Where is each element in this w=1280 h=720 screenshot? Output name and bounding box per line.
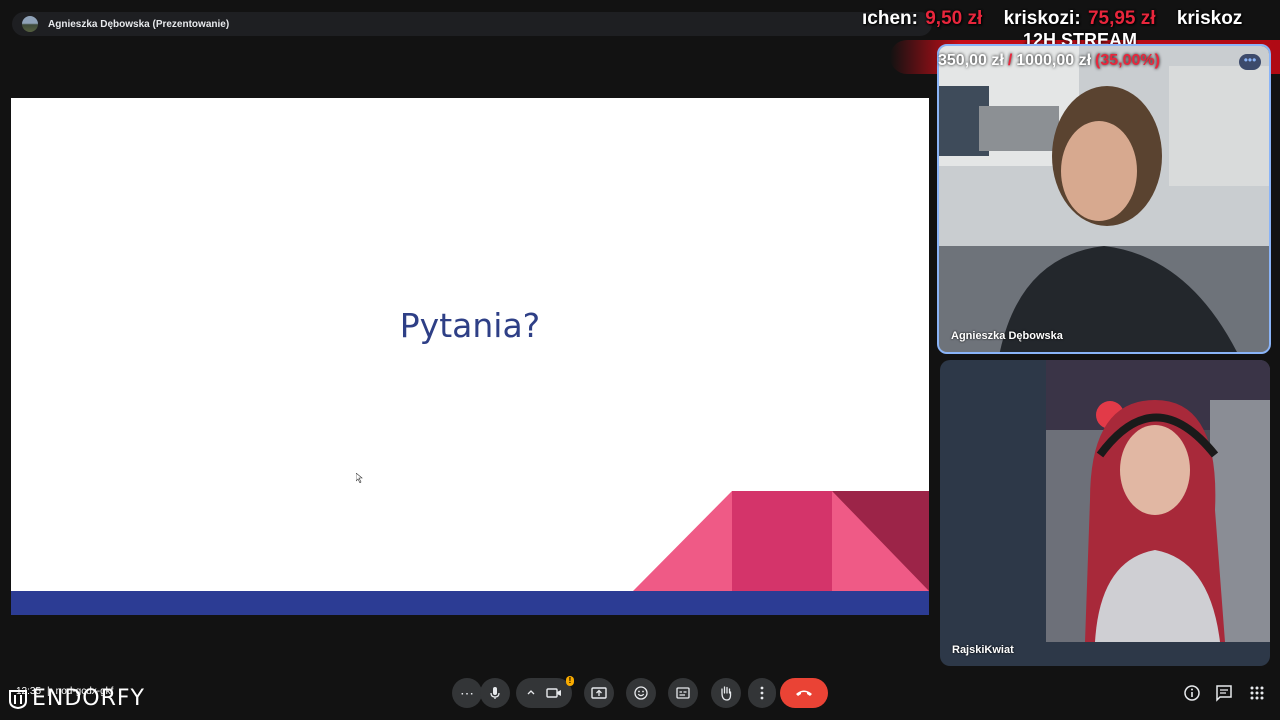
ticker-amount: 9,50 zł xyxy=(925,8,983,29)
webcam-video-2 xyxy=(1046,360,1270,642)
captions-button[interactable] xyxy=(668,678,698,708)
captions-icon xyxy=(676,687,690,699)
participant-name: Agnieszka Dębowska xyxy=(951,330,1063,342)
raise-hand-button[interactable] xyxy=(711,678,741,708)
present-screen-icon xyxy=(591,687,607,699)
goal-percent: (35,00%) xyxy=(1095,52,1160,69)
presentation-slide: Pytania? xyxy=(11,98,929,615)
mouse-cursor-icon xyxy=(356,473,363,483)
activities-grid-icon[interactable] xyxy=(1248,684,1266,702)
end-call-button[interactable] xyxy=(780,678,828,708)
slide-decoration xyxy=(633,491,929,591)
participant-tile-agnieszka[interactable]: ••• Agnieszka Dębowska xyxy=(937,44,1271,354)
camera-button-group[interactable] xyxy=(516,678,572,708)
tile-more-button[interactable]: ••• xyxy=(1239,54,1261,70)
webcam-video-1 xyxy=(939,46,1269,352)
emoji-icon xyxy=(634,686,648,700)
decor-pink-triangle xyxy=(633,491,732,591)
info-icon[interactable] xyxy=(1183,684,1201,702)
decor-magenta-block xyxy=(732,491,832,591)
presenter-avatar xyxy=(22,16,38,32)
present-screen-button[interactable] xyxy=(584,678,614,708)
ticker-amount: 75,95 zł xyxy=(1087,8,1156,29)
more-vert-icon xyxy=(760,686,764,700)
camera-icon[interactable] xyxy=(546,686,562,700)
endorfy-logo xyxy=(9,689,27,709)
chat-icon[interactable] xyxy=(1215,684,1233,702)
overflow-menu-button[interactable] xyxy=(748,678,776,708)
ticker-user: kriskozi: xyxy=(1003,8,1081,29)
goal-separator: / xyxy=(1007,52,1013,69)
warning-badge: ! xyxy=(566,676,574,686)
watermark-text: ENDORFY xyxy=(32,686,145,711)
endorfy-watermark: ENDORFY xyxy=(8,686,145,711)
emoji-button[interactable] xyxy=(626,678,656,708)
mic-button[interactable] xyxy=(480,678,510,708)
presenter-name: Agnieszka Dębowska (Prezentowanie) xyxy=(48,18,230,30)
call-end-icon xyxy=(796,690,812,696)
chevron-up-icon[interactable] xyxy=(526,688,536,698)
mic-icon xyxy=(490,687,500,699)
goal-current: 350,00 zł xyxy=(938,52,1004,69)
ticker-user: kriskoz xyxy=(1176,8,1243,29)
more-options-button[interactable]: ⋯ xyxy=(452,678,482,708)
more-options-label: ⋯ xyxy=(460,684,474,701)
raise-hand-icon xyxy=(721,686,732,701)
goal-target: 1000,00 zł xyxy=(1016,52,1092,69)
presenter-chip: Agnieszka Dębowska (Prezentowanie) xyxy=(12,12,932,36)
slide-footer-bar xyxy=(11,591,929,615)
ticker-user: ıchen: xyxy=(862,8,918,29)
participant-tile-rajskikwiat[interactable]: RajskiKwiat xyxy=(940,360,1270,666)
participant-name: RajskiKwiat xyxy=(952,644,1014,656)
stream-goal-progress: 350,00 zł/1000,00 zł (35,00%) xyxy=(938,52,1160,70)
